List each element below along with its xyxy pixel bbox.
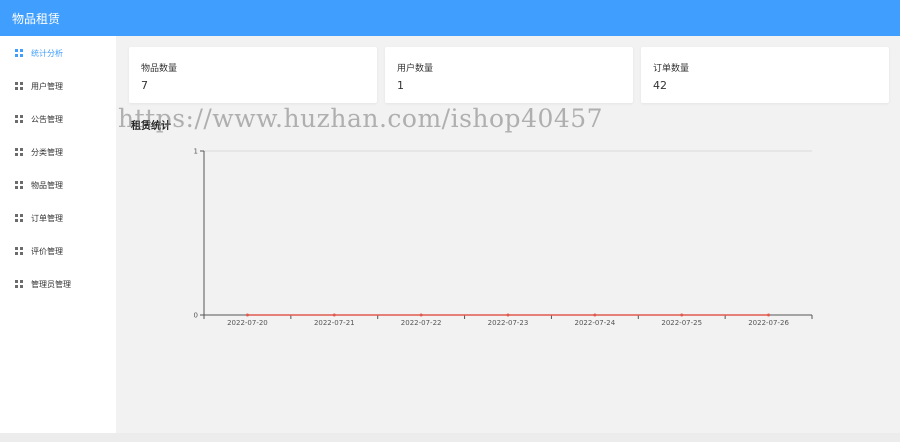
- data-point: [245, 313, 249, 317]
- data-point: [419, 313, 423, 317]
- x-tick-label: 2022-07-23: [488, 319, 529, 327]
- x-tick-label: 2022-07-20: [227, 319, 268, 327]
- y-tick-label: 1: [194, 148, 198, 156]
- watermark: https://www.huzhan.com/ishop40457: [118, 104, 604, 133]
- x-tick-label: 2022-07-21: [314, 319, 355, 327]
- x-tick-label: 2022-07-22: [401, 319, 442, 327]
- y-tick-label: 0: [194, 312, 198, 320]
- data-point: [593, 313, 597, 317]
- x-tick-label: 2022-07-24: [575, 319, 616, 327]
- x-tick-label: 2022-07-26: [748, 319, 789, 327]
- data-point: [332, 313, 336, 317]
- data-point: [506, 313, 510, 317]
- bottom-strip: [0, 433, 900, 442]
- data-point: [767, 313, 771, 317]
- x-tick-label: 2022-07-25: [661, 319, 702, 327]
- data-point: [680, 313, 684, 317]
- line-chart: 0 1 2022-07-20 2022-07-21 2022-07-22 2022-07-…: [194, 148, 813, 327]
